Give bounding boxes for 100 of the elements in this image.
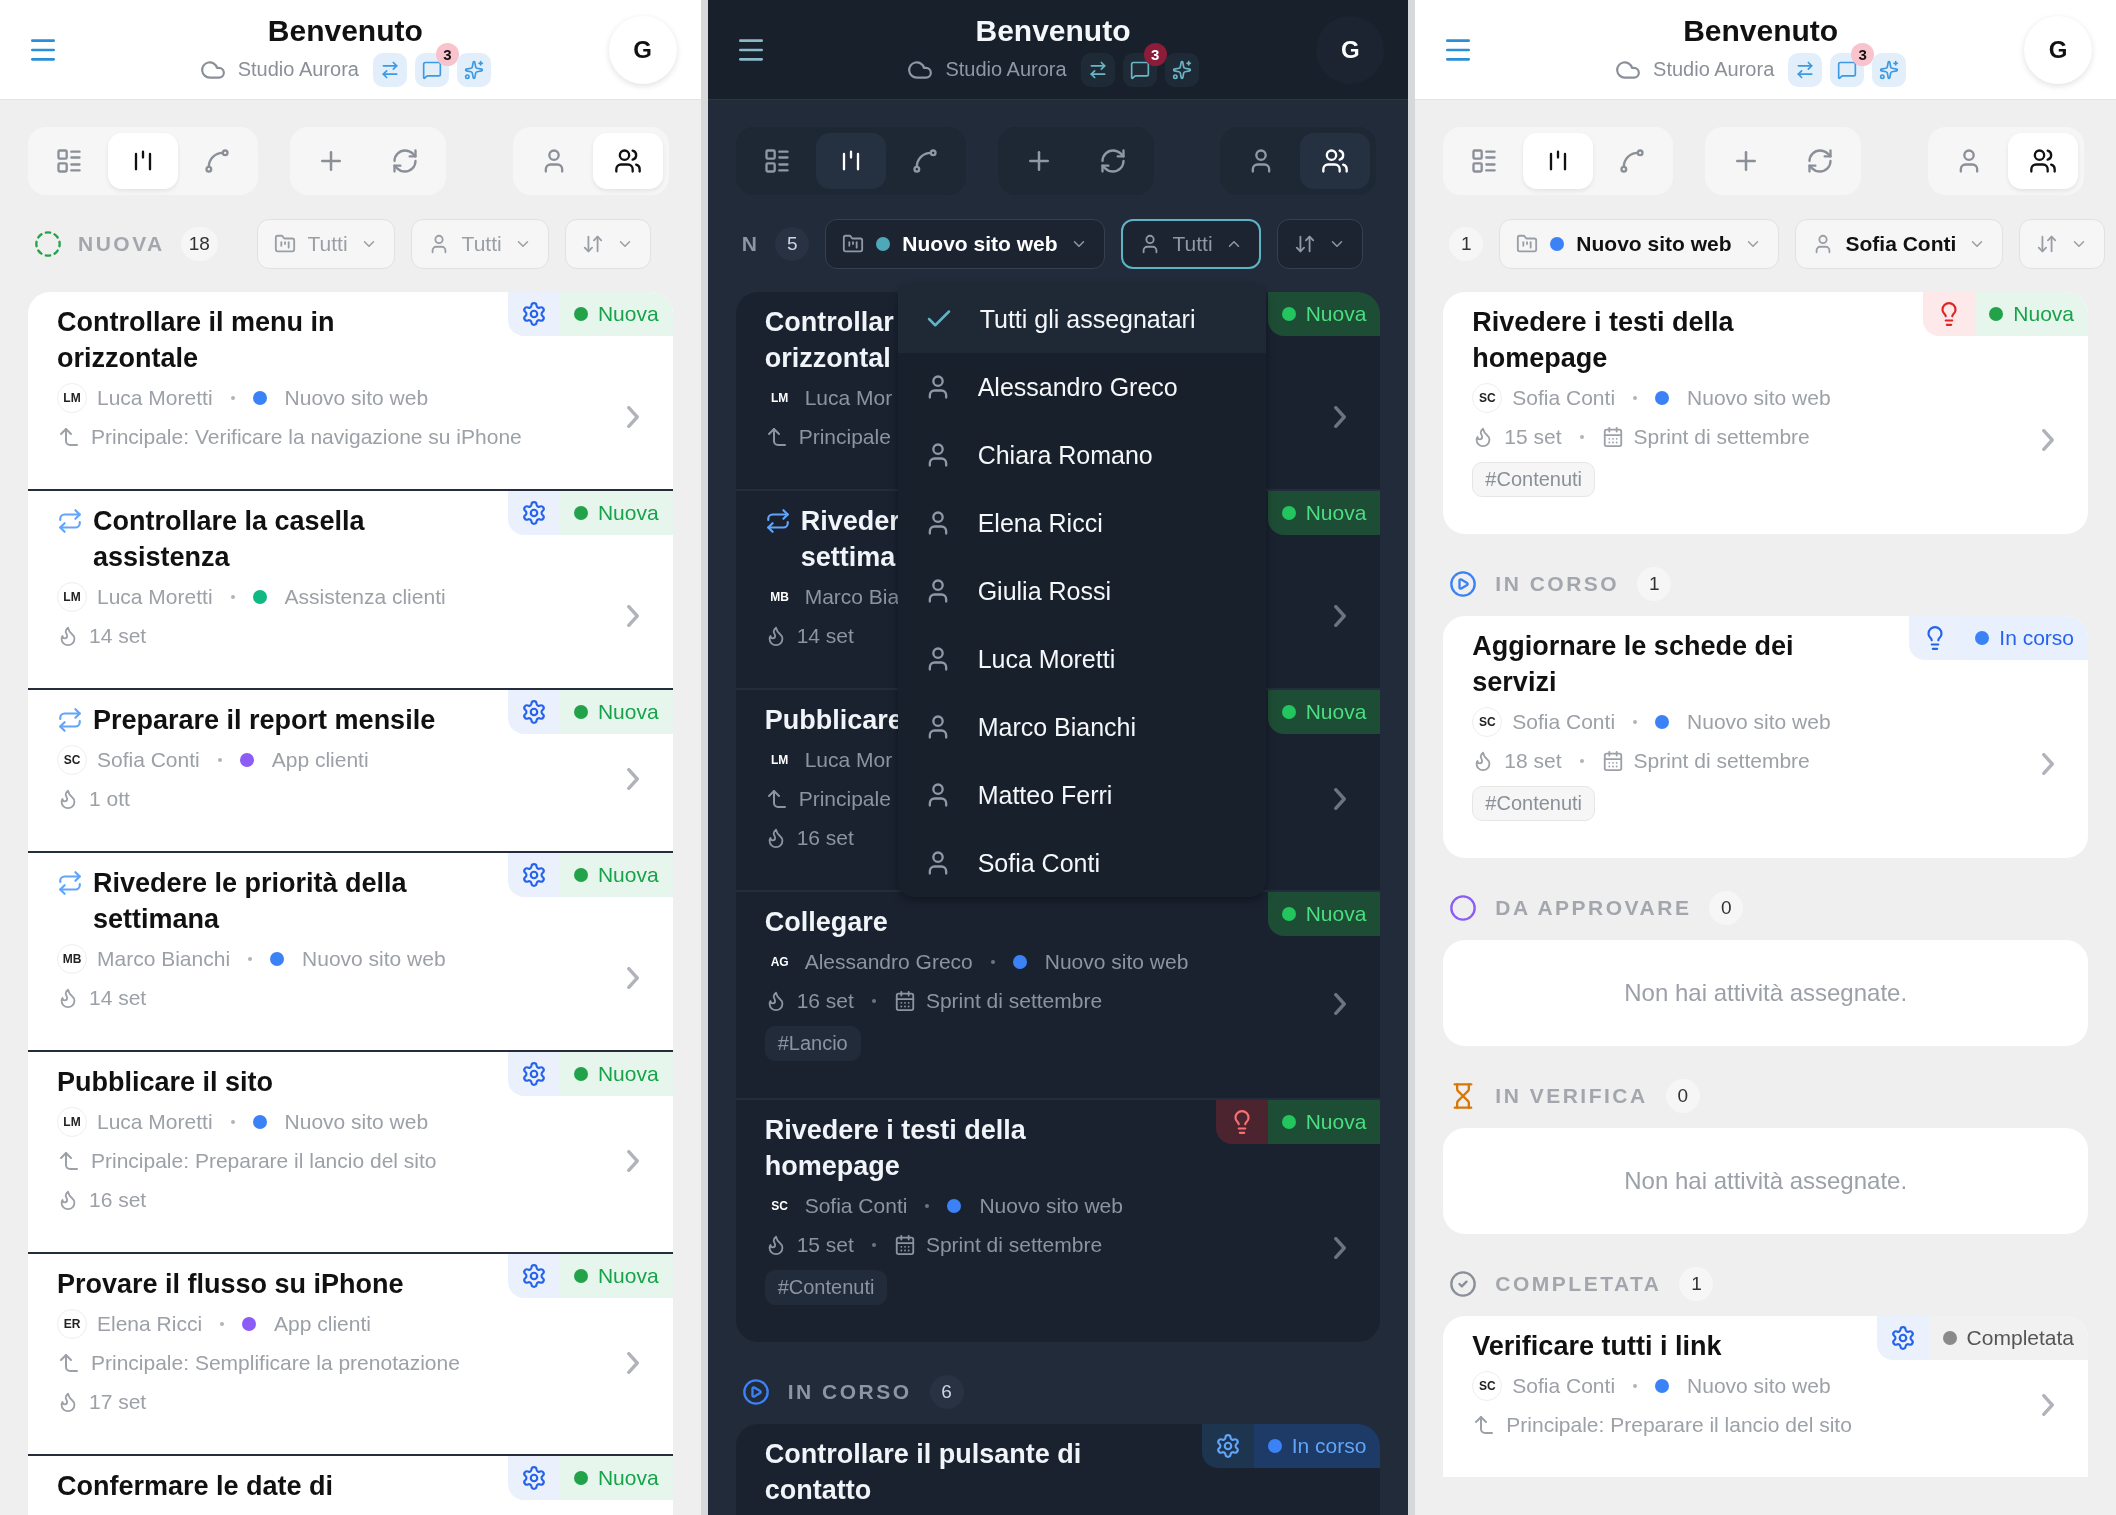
view-tab[interactable]	[1523, 133, 1594, 189]
assignee-filter[interactable]: Tutti	[1120, 219, 1261, 269]
sort-icon	[1293, 233, 1316, 255]
task-card[interactable]: Verificare tutti i link Completata SC Sofia Conti Nuovo sito web Principale: Preparare il lancio del sito	[1443, 1316, 2088, 1477]
gear-icon	[520, 500, 547, 526]
task-title: Verificare tutti i link	[1472, 1330, 1722, 1363]
status-badge: Nuova	[1975, 292, 2088, 336]
status-dot	[1281, 907, 1296, 921]
separator-dot	[230, 594, 235, 599]
task-card[interactable]: Preparare il report mensile Nuova SC Sofia Conti App clienti 1 ott	[28, 688, 673, 851]
chat-icon	[421, 59, 442, 80]
page-title: Benvenuto	[267, 12, 423, 49]
menu-item[interactable]: Tutti gli assegnatari	[897, 285, 1266, 353]
task-card[interactable]: Controllare il pulsante di contatto In corso	[735, 1424, 1381, 1515]
menu-item[interactable]: Chiara Romano	[897, 421, 1266, 489]
initials-avatar: AG	[769, 953, 790, 971]
assignee-name: Luca Moretti	[97, 1109, 213, 1134]
list-icon	[55, 147, 83, 175]
task-title: Controllare il pulsante di contatto	[764, 1438, 1083, 1507]
menu-item[interactable]: Matteo Ferri	[897, 761, 1266, 829]
assistant-button[interactable]	[1164, 52, 1199, 87]
menu-item[interactable]: Giulia Rossi	[897, 557, 1266, 625]
status-dot	[573, 705, 588, 719]
chevron-right-icon	[626, 1149, 639, 1172]
task-title: Preparare il report mensile	[93, 704, 436, 737]
task-card[interactable]: Rivedere i testi della homepage Nuova SC Sofia Conti Nuovo sito web 15 set Sprint di settembre #Contenuti	[1443, 292, 2088, 534]
avatar-button[interactable]: G	[2024, 15, 2092, 84]
project-name: Nuovo sito web	[284, 1109, 429, 1134]
task-card[interactable]: Confermare le date di Nuova	[28, 1454, 673, 1515]
task-title: Provare il flusso su iPhone	[57, 1268, 404, 1301]
chevron-right-icon	[1334, 1236, 1347, 1259]
scope-tab[interactable]	[592, 133, 663, 189]
task-card[interactable]: Provare il flusso su iPhone Nuova ER Elena Ricci App clienti Principale: Semplificare la prenotazione 17 set	[28, 1252, 673, 1454]
notification-count: 3	[1851, 42, 1875, 66]
status-dot	[1975, 631, 1990, 645]
task-card[interactable]: Pubblicare il sito Nuova LM Luca Moretti Nuovo sito web Principale: Preparare il lancio del sito 16 set	[28, 1050, 673, 1252]
tag[interactable]: #Lancio	[764, 1026, 861, 1061]
task-card[interactable]: Rivedere le priorità della settimana Nuova MB Marco Bianchi Nuovo sito web 14 set	[28, 851, 673, 1050]
circle-icon	[1449, 894, 1478, 922]
menu-item[interactable]: Luca Moretti	[897, 625, 1266, 693]
parent-task: Principale: Semplificare la prenotazione	[91, 1350, 460, 1375]
notification-count: 3	[435, 42, 459, 66]
status-badge: In corso	[1253, 1424, 1381, 1468]
avatar-button[interactable]: G	[1316, 15, 1385, 84]
task-card[interactable]: Collegare Nuova AG Alessandro Greco Nuovo sito web 16 set Sprint di settembre #Lancio	[735, 890, 1381, 1098]
parent-task: Principale	[798, 786, 891, 811]
separator-dot	[1633, 719, 1638, 724]
project-filter[interactable]: Nuovo sito web	[825, 219, 1105, 269]
initials-avatar: SC	[1472, 706, 1503, 737]
sparkles-icon	[1879, 59, 1900, 80]
initials-avatar: SC	[1472, 382, 1503, 413]
menu-item[interactable]: Alessandro Greco	[897, 353, 1266, 421]
chevron-right-icon	[1334, 406, 1347, 428]
status-dot	[573, 1471, 588, 1485]
task-card[interactable]: Controllare la casella assistenza Nuova LM Luca Moretti Assistenza clienti 14 set	[28, 489, 673, 688]
project-filter[interactable]: Nuovo sito web	[1499, 219, 1779, 269]
assignee-name: Marco Bianchi	[97, 946, 231, 971]
assignee-name: Marco Bia	[804, 584, 900, 609]
people-icon	[613, 147, 642, 175]
sprint-name: Sprint di settembre	[1633, 748, 1810, 773]
menu-item[interactable]: Elena Ricci	[897, 489, 1266, 557]
task-title: Aggiornare le schede dei servizi	[1472, 630, 1795, 699]
assignee-name: Sofia Conti	[804, 1193, 908, 1218]
view-tab[interactable]	[108, 133, 178, 189]
parent-task: Principale	[798, 424, 891, 449]
due-date: 15 set	[1504, 424, 1562, 449]
chevron-right-icon	[1334, 992, 1347, 1015]
task-card[interactable]: Rivedere i testi della homepage Nuova SC Sofia Conti Nuovo sito web 15 set Sprint di settembre #Contenuti	[735, 1098, 1381, 1342]
parent-task: Principale: Preparare il lancio del sito	[91, 1148, 437, 1173]
tag[interactable]: #Contenuti	[764, 1270, 888, 1305]
status-dot	[1942, 1331, 1957, 1345]
chevron-right-icon	[626, 406, 639, 428]
switch-button[interactable]	[372, 52, 407, 87]
play-circle-icon	[741, 1378, 770, 1406]
assignee-filter[interactable]: Sofia Conti	[1794, 219, 2004, 269]
empty-message: Non hai attività assegnate.	[1624, 979, 1908, 1007]
notification-count: 3	[1143, 42, 1167, 66]
chevron-right-icon	[2042, 752, 2054, 775]
folder-icon	[842, 233, 865, 255]
switch-button[interactable]	[1788, 52, 1823, 87]
messages-button[interactable]	[1122, 52, 1157, 87]
status-badge: Nuova	[559, 491, 673, 535]
avatar-button[interactable]: G	[608, 15, 677, 84]
initials-avatar: MB	[57, 943, 87, 974]
chevron-right-icon	[1334, 787, 1347, 810]
calendar-icon	[893, 1233, 916, 1256]
task-card[interactable]: Controllare il menu in orizzontale Nuova LM Luca Moretti Nuovo sito web Principale: Verificare la navigazione su iPhone	[28, 292, 673, 489]
sort-button[interactable]	[1276, 219, 1363, 269]
task-card[interactable]: Aggiornare le schede dei servizi In corso SC Sofia Conti Nuovo sito web 18 set Sprint di settembre #Contenuti	[1443, 616, 2088, 858]
workspace-name: Studio Aurora	[945, 58, 1067, 81]
scope-tab[interactable]	[2008, 133, 2078, 189]
separator-dot	[925, 1203, 930, 1208]
scope-tab[interactable]	[1300, 133, 1371, 189]
view-tab[interactable]	[815, 133, 886, 189]
sprint-name: Sprint di settembre	[925, 1232, 1103, 1257]
separator-dot	[871, 1242, 876, 1247]
switch-button[interactable]	[1080, 52, 1115, 87]
gear-icon	[520, 1061, 547, 1087]
list-icon	[1470, 147, 1499, 175]
initials-avatar: LM	[57, 581, 87, 612]
